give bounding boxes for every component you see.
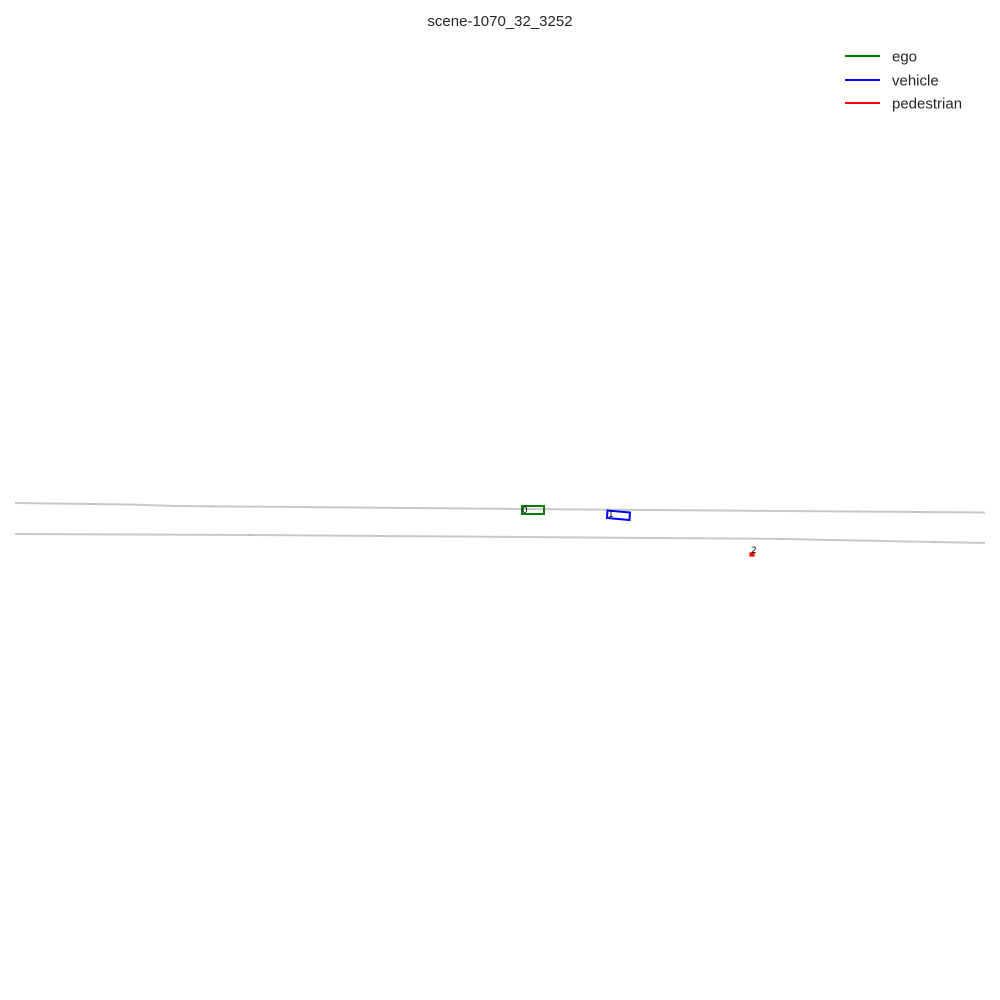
map-background bbox=[0, 0, 1000, 1000]
legend-label: ego bbox=[892, 49, 917, 66]
legend-label: vehicle bbox=[892, 73, 939, 90]
agent-pedestrian: 2 bbox=[749, 546, 757, 557]
scene-map: scene-1070_32_3252 0 1 2 ego vehicle ped… bbox=[0, 0, 1000, 1000]
agent-id-label: 1 bbox=[608, 510, 614, 520]
agent-id-label: 0 bbox=[522, 506, 528, 516]
legend-label: pedestrian bbox=[892, 96, 962, 113]
agent-id-label: 2 bbox=[751, 546, 757, 556]
scene-title: scene-1070_32_3252 bbox=[427, 13, 572, 30]
